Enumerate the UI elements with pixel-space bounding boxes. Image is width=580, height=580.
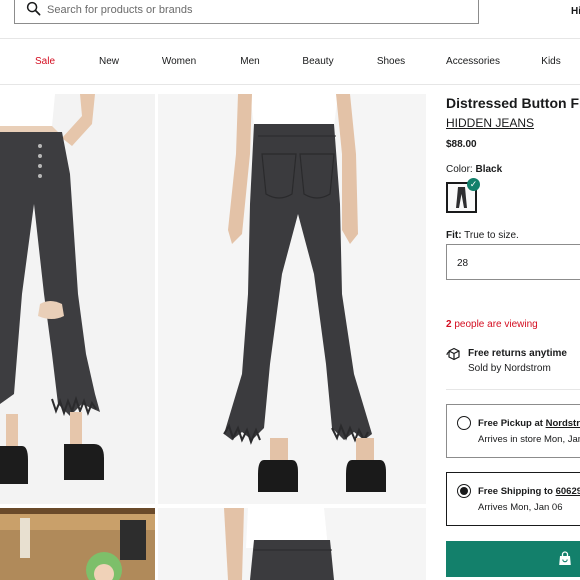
pickup-store-link[interactable]: Nordstrom	[546, 418, 580, 429]
header-divider	[0, 38, 580, 39]
main-nav: Sale New Women Men Beauty Shoes Accessor…	[0, 56, 580, 70]
shipping-title-text: Free Shipping to	[478, 486, 553, 497]
section-divider	[446, 389, 580, 390]
product-title: Distressed Button Fly	[446, 95, 580, 111]
fit-info: Fit: True to size.	[446, 230, 519, 241]
size-value: 28	[457, 258, 469, 269]
fit-label: Fit:	[446, 230, 462, 241]
add-to-bag-button[interactable]	[446, 541, 580, 577]
color-label-text: Color:	[446, 164, 473, 175]
account-greeting[interactable]: Hi	[571, 6, 580, 17]
shipping-arrival: Arrives Mon, Jan 06	[478, 502, 563, 513]
viewing-count: 2 people are viewing	[446, 319, 538, 330]
pickup-option[interactable]: Free Pickup at Nordstrom Arrives in stor…	[446, 404, 580, 458]
shopping-bag-icon	[559, 551, 571, 565]
color-value: Black	[475, 164, 503, 175]
search-bar[interactable]	[14, 0, 479, 24]
returns-box-icon	[446, 347, 460, 361]
nav-women[interactable]: Women	[162, 56, 196, 67]
returns-title: Free returns anytime	[468, 348, 567, 359]
color-label: Color: Black	[446, 164, 502, 175]
nav-men[interactable]: Men	[240, 56, 259, 67]
nav-divider	[0, 84, 580, 85]
nav-kids[interactable]: Kids	[541, 56, 560, 67]
nav-new[interactable]: New	[99, 56, 119, 67]
search-input[interactable]	[47, 1, 467, 19]
viewing-count-text: people are viewing	[454, 319, 538, 330]
nav-shoes[interactable]: Shoes	[377, 56, 405, 67]
product-photo-front[interactable]	[0, 94, 155, 504]
pickup-title-text: Free Pickup at	[478, 418, 543, 429]
pickup-title: Free Pickup at Nordstrom	[478, 418, 580, 429]
pickup-radio[interactable]	[457, 416, 471, 430]
sold-by: Sold by Nordstrom	[468, 363, 551, 374]
search-icon	[26, 1, 41, 16]
nav-beauty[interactable]: Beauty	[302, 56, 333, 67]
checkmark-icon: ✓	[467, 178, 480, 191]
shipping-zip-link[interactable]: 60629	[556, 486, 580, 497]
shipping-title: Free Shipping to 60629	[478, 486, 580, 497]
size-select[interactable]: 28	[446, 244, 580, 280]
nav-accessories[interactable]: Accessories	[446, 56, 500, 67]
product-price: $88.00	[446, 139, 477, 150]
shipping-option[interactable]: Free Shipping to 60629 Arrives Mon, Jan …	[446, 472, 580, 526]
viewing-count-number: 2	[446, 319, 452, 330]
brand-link[interactable]: HIDDEN JEANS	[446, 116, 534, 130]
shipping-radio[interactable]	[457, 484, 471, 498]
pickup-arrival: Arrives in store Mon, Jan	[478, 434, 580, 445]
nav-sale[interactable]: Sale	[35, 56, 55, 67]
product-photo-back[interactable]	[158, 94, 426, 504]
product-photo-lifestyle[interactable]	[0, 508, 155, 580]
fit-value: True to size.	[464, 230, 519, 241]
product-photo-detail[interactable]	[158, 508, 426, 580]
